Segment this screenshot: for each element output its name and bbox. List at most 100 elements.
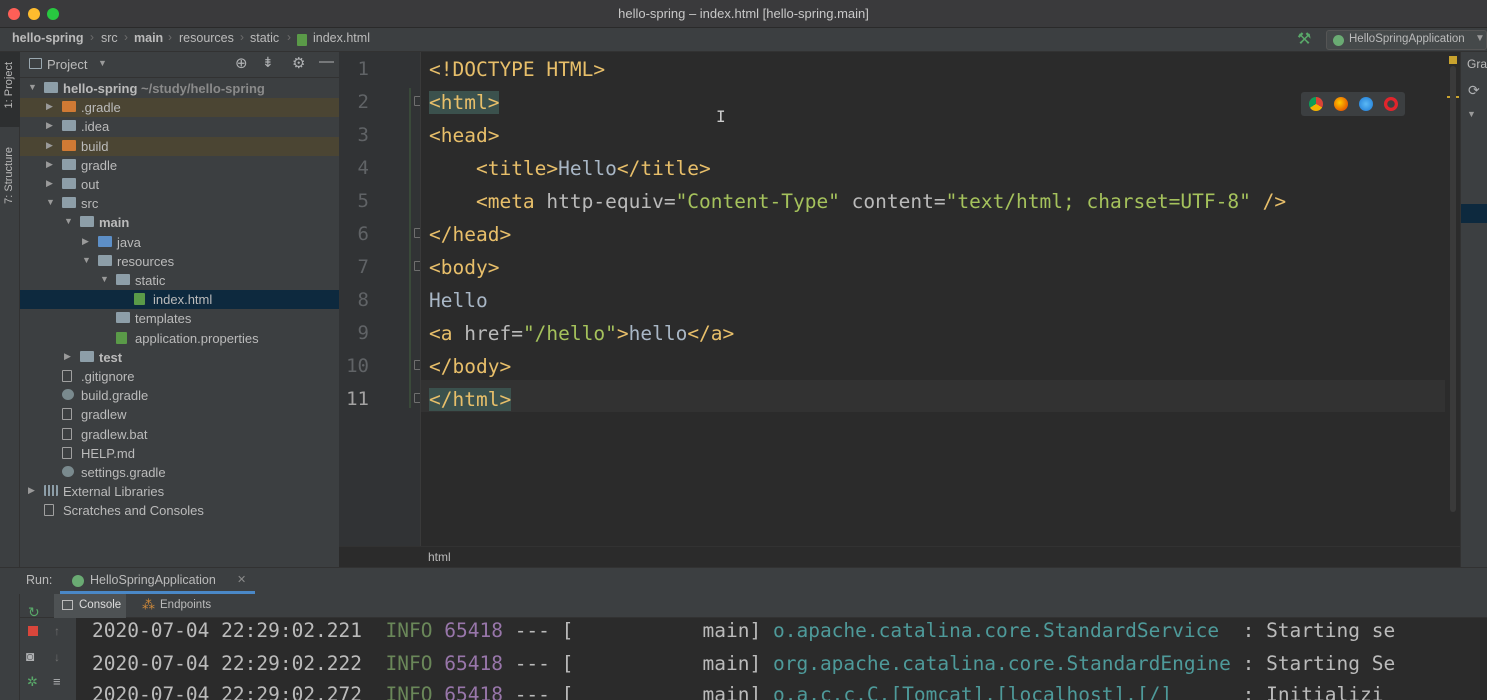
rerun-icon[interactable]: ↻ xyxy=(28,604,40,621)
expand-arrow-right-icon[interactable]: ▶ xyxy=(46,159,53,170)
folder-blue-icon xyxy=(98,235,112,247)
hide-panel-icon[interactable]: — xyxy=(319,53,334,70)
chevron-down-icon[interactable]: ▼ xyxy=(98,58,107,68)
title-bar: hello-spring – index.html [hello-spring.… xyxy=(0,0,1487,28)
expand-arrow-down-icon[interactable]: ▼ xyxy=(100,274,109,284)
gradle-panel-label[interactable]: Gra xyxy=(1467,57,1487,71)
refresh-icon[interactable]: ⟳ xyxy=(1468,82,1480,99)
tree-item[interactable]: ▼ hello-spring ~/study/hello-spring xyxy=(20,79,339,98)
endpoints-tab[interactable]: Endpoints xyxy=(160,599,211,611)
project-tool-tab[interactable]: 1: Project xyxy=(3,62,15,108)
log-level: INFO xyxy=(385,619,433,642)
title-close-tag: </title> xyxy=(616,157,711,180)
tree-item[interactable]: settings.gradle xyxy=(20,463,339,482)
build-hammer-icon[interactable]: ⚒ xyxy=(1297,29,1311,49)
code-line-11: </html> xyxy=(429,388,512,411)
project-view-title[interactable]: Project xyxy=(47,57,87,72)
run-configuration-label: HelloSpringApplication xyxy=(1349,33,1465,45)
text-cursor-icon: I xyxy=(716,107,726,126)
expand-arrow-down-icon[interactable]: ▼ xyxy=(46,197,55,207)
tree-item[interactable]: HELP.md xyxy=(20,444,339,463)
body-close-tag: </body> xyxy=(429,355,512,378)
breadcrumb-file[interactable]: index.html xyxy=(313,31,370,45)
expand-arrow-down-icon[interactable]: ▼ xyxy=(82,255,91,265)
breadcrumb-resources[interactable]: resources xyxy=(179,31,234,45)
chevron-down-icon[interactable]: ▼ xyxy=(1467,109,1476,119)
expand-arrow-right-icon[interactable]: ▶ xyxy=(82,236,89,247)
tree-item[interactable]: templates xyxy=(20,309,339,328)
expand-arrow-down-icon[interactable]: ▼ xyxy=(64,216,73,226)
run-tab-label[interactable]: HelloSpringApplication xyxy=(90,573,216,587)
collapse-all-icon[interactable]: ⇟ xyxy=(262,54,274,71)
locate-icon[interactable]: ⊕ xyxy=(235,54,248,72)
editor-breadcrumb-html[interactable]: html xyxy=(428,550,451,564)
tree-item[interactable]: ▶ java xyxy=(20,233,339,252)
tree-item[interactable]: ▼ main xyxy=(20,213,339,232)
tree-item[interactable]: ▶ External Libraries xyxy=(20,482,339,501)
breadcrumb-main[interactable]: main xyxy=(134,31,163,45)
soft-wrap-icon[interactable]: ≡ xyxy=(53,674,61,689)
expand-arrow-right-icon[interactable]: ▶ xyxy=(64,351,71,362)
tree-item[interactable]: ▶ .gradle xyxy=(20,98,339,118)
run-panel-header: Run: HelloSpringApplication ✕ xyxy=(0,567,1487,594)
log-thread: main] xyxy=(573,619,762,642)
gear-icon[interactable]: ⚙ xyxy=(292,54,305,72)
breadcrumb-project[interactable]: hello-spring xyxy=(12,31,84,45)
opera-icon[interactable] xyxy=(1384,97,1398,111)
gradle-file-icon xyxy=(62,389,74,401)
library-icon xyxy=(44,485,58,497)
debug-icon[interactable]: ✲ xyxy=(27,674,38,690)
run-configuration-dropdown[interactable]: HelloSpringApplication ▼ xyxy=(1326,30,1487,50)
vertical-scrollbar[interactable] xyxy=(1450,66,1456,512)
code-editor[interactable]: <!DOCTYPE HTML> <html> <head> <title>Hel… xyxy=(420,52,1460,546)
expand-arrow-right-icon[interactable]: ▶ xyxy=(28,485,35,496)
tree-item[interactable]: ▼ static xyxy=(20,271,339,290)
structure-tool-tab[interactable]: 7: Structure xyxy=(3,147,15,204)
firefox-icon[interactable] xyxy=(1334,97,1348,111)
tree-item[interactable]: application.properties xyxy=(20,329,339,348)
tree-item[interactable]: ▶ .idea xyxy=(20,117,339,136)
tree-item[interactable]: ▼ src xyxy=(20,194,339,213)
expand-arrow-right-icon[interactable]: ▶ xyxy=(46,101,53,112)
close-tab-icon[interactable]: ✕ xyxy=(237,573,246,586)
tree-item[interactable]: ▶ out xyxy=(20,175,339,194)
tree-item[interactable]: build.gradle xyxy=(20,386,339,405)
safari-icon[interactable] xyxy=(1359,97,1373,111)
console-tab[interactable]: Console xyxy=(79,599,121,611)
tree-item[interactable]: index.html xyxy=(20,290,339,310)
log-logger: org.apache.catalina.core.StandardEngine xyxy=(772,652,1231,675)
expand-arrow-right-icon[interactable]: ▶ xyxy=(46,178,53,189)
tree-item[interactable]: ▶ test xyxy=(20,348,339,367)
tree-item[interactable]: Scratches and Consoles xyxy=(20,501,339,520)
meta-close: /> xyxy=(1250,190,1287,213)
tree-item[interactable]: gradlew xyxy=(20,405,339,424)
tree-item[interactable]: ▼ resources xyxy=(20,252,339,271)
scroll-up-icon[interactable]: ↑ xyxy=(54,624,60,638)
folder-gray-icon xyxy=(80,350,94,362)
expand-arrow-right-icon[interactable]: ▶ xyxy=(46,120,53,131)
spring-icon xyxy=(72,575,84,587)
console-icon xyxy=(62,600,73,610)
tree-item[interactable]: gradlew.bat xyxy=(20,425,339,444)
inspection-status-icon[interactable] xyxy=(1449,56,1457,64)
tree-item[interactable]: .gitignore xyxy=(20,367,339,386)
console-output[interactable]: 2020-07-04 22:29:02.221 INFO 65418 --- [… xyxy=(76,618,1487,700)
tree-item-label: settings.gradle xyxy=(81,465,166,480)
current-line-highlight xyxy=(421,380,1445,412)
module-folder-icon xyxy=(44,82,58,93)
attr-http-equiv: http-equiv= xyxy=(546,190,676,213)
code-line-6: </head> xyxy=(429,223,511,246)
expand-arrow-down-icon[interactable]: ▼ xyxy=(28,82,37,92)
tree-item[interactable]: ▶ gradle xyxy=(20,156,339,175)
breadcrumb-src[interactable]: src xyxy=(101,31,118,45)
code-line-5: <meta http-equiv="Content-Type" content=… xyxy=(429,190,1286,213)
expand-arrow-right-icon[interactable]: ▶ xyxy=(46,140,53,151)
chrome-icon[interactable] xyxy=(1309,97,1323,111)
breadcrumb-static[interactable]: static xyxy=(250,31,279,45)
stop-icon[interactable] xyxy=(28,626,38,636)
selected-gradle-task[interactable] xyxy=(1461,204,1487,223)
folder-gray-icon xyxy=(80,216,94,228)
tree-item[interactable]: ▶ build xyxy=(20,136,339,156)
camera-icon[interactable]: ◙ xyxy=(26,648,34,664)
scroll-down-icon[interactable]: ↓ xyxy=(54,650,60,664)
